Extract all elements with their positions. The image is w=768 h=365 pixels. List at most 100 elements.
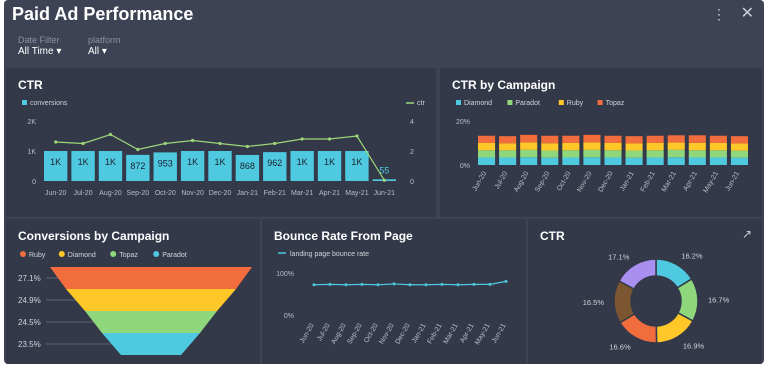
bar-data-label: 1K <box>78 157 89 167</box>
stacked-bar-segment <box>520 149 538 158</box>
stacked-bar-segment <box>604 135 622 143</box>
legend-swatch-ruby <box>558 100 564 105</box>
funnel-data-label: 23.5% <box>18 340 41 349</box>
ctr-campaign-chart: Diamond Paradot Ruby Topaz 0% 20% Jun-20 Jul-20… <box>456 100 748 194</box>
bounce-point <box>440 282 444 286</box>
y2-tick-label: 2 <box>410 149 414 156</box>
stacked-bar-segment <box>709 135 727 143</box>
y-tick-label: 0 <box>32 179 36 186</box>
stacked-bar-segment <box>667 142 685 150</box>
y-tick-label: 1K <box>27 149 36 156</box>
conversions-campaign-tile: Conversions by Campaign Ruby Diamond Topaz… <box>6 219 260 364</box>
bar-data-label: 868 <box>240 161 255 171</box>
stacked-bar-segment <box>562 135 580 143</box>
bounce-point <box>456 283 460 287</box>
x-tick-label: Apr-21 <box>682 170 699 192</box>
x-tick-label: Mar-21 <box>443 322 460 345</box>
x-tick-label: Jun-20 <box>45 190 67 197</box>
ctr-point <box>81 141 85 146</box>
donut-data-label: 16.9% <box>683 342 705 351</box>
legend-swatch-paradot <box>507 100 513 105</box>
x-tick-label: Aug-20 <box>513 170 530 193</box>
legend-swatch-topaz <box>597 100 603 105</box>
vertical-dots-icon[interactable]: ⋮ <box>712 6 726 23</box>
donut-data-label: 16.2% <box>681 252 703 261</box>
stacked-bar-segment <box>478 150 496 158</box>
close-icon[interactable]: ✕ <box>741 3 754 23</box>
x-tick-label: Dec-20 <box>597 170 614 193</box>
stacked-bar-segment <box>583 142 601 150</box>
bounce-rate-tile: Bounce Rate From Page landing page bounc… <box>262 219 526 364</box>
platform-filter-label: platform <box>88 35 121 45</box>
x-tick-label: Dec-20 <box>394 322 411 345</box>
ctr-campaign-tile: CTR by Campaign Diamond Paradot Ruby Topaz 0… <box>440 68 762 217</box>
y2-tick-label: 4 <box>410 119 414 126</box>
stacked-bar-segment <box>583 157 601 165</box>
x-tick-label: Jun-21 <box>724 170 741 192</box>
stacked-bar-segment <box>709 150 727 158</box>
bounce-rate-chart: landing page bounce rate 0% 100% Jun-20 Jul-… <box>276 251 508 346</box>
stacked-bar-segment <box>667 157 685 165</box>
y-tick-label: 20% <box>456 119 470 126</box>
x-tick-label: Feb-21 <box>427 322 444 345</box>
ctr-point <box>54 140 58 144</box>
ctr-tile: CTR conversions ctr 0 1K 2K 0 2 4 1K Jun-20 1K Jul-… <box>6 68 436 217</box>
x-tick-label: Jul-20 <box>74 190 93 197</box>
platform-filter-value[interactable]: All ▾ <box>88 46 121 57</box>
ctr-point <box>300 137 304 141</box>
stacked-bar-segment <box>625 157 643 165</box>
donut-data-label: 16.5% <box>583 298 605 307</box>
ctr-point <box>191 138 195 143</box>
x-tick-label: Jul-20 <box>494 170 510 190</box>
donut-data-label: 17.1% <box>608 252 630 261</box>
x-tick-label: Mar-21 <box>291 190 313 197</box>
stacked-bar-segment <box>688 150 706 158</box>
bar-data-label: 1K <box>214 157 225 167</box>
x-tick-label: Jun-20 <box>472 170 489 192</box>
legend-swatch-conversions <box>22 100 27 105</box>
bounce-point <box>312 283 316 287</box>
stacked-bar-segment <box>646 135 664 143</box>
bounce-point <box>376 283 380 287</box>
bounce-point <box>344 283 348 287</box>
ctr-point <box>273 141 277 146</box>
donut-slice <box>618 258 657 291</box>
ctr-point <box>218 141 222 146</box>
legend-label-diamond: Diamond <box>68 252 96 259</box>
x-tick-label: Oct-20 <box>155 190 176 197</box>
stacked-bar-segment <box>625 150 643 158</box>
stacked-bar-segment <box>520 142 538 150</box>
x-tick-label: Sep-20 <box>127 190 150 197</box>
legend-label-ctr: ctr <box>417 100 425 107</box>
bar-data-label: 1K <box>50 157 61 167</box>
stacked-bar-segment <box>667 135 685 143</box>
stacked-bar-segment <box>541 157 559 165</box>
ctr-point <box>382 178 386 182</box>
stacked-bar-segment <box>625 143 643 151</box>
bar-data-label: 1K <box>297 157 308 167</box>
date-filter-value[interactable]: All Time ▾ <box>18 46 61 57</box>
x-tick-label: Jan-21 <box>619 170 636 192</box>
bounce-point <box>504 279 508 283</box>
stacked-bar-segment <box>667 149 685 158</box>
stacked-bar-segment <box>562 143 580 151</box>
y-tick-label: 2K <box>27 119 36 126</box>
legend-label-ruby: Ruby <box>567 100 584 107</box>
bounce-point <box>408 283 412 287</box>
stacked-bar-segment <box>499 157 517 165</box>
ctr-point <box>327 137 332 141</box>
stacked-bar-segment <box>730 157 748 165</box>
funnel-data-label: 24.9% <box>18 296 41 305</box>
funnel-segment <box>50 267 252 289</box>
date-filter[interactable]: Date Filter All Time ▾ <box>18 35 61 57</box>
x-tick-label: Jan-21 <box>237 190 259 197</box>
stacked-bar-segment <box>688 142 706 151</box>
stacked-bar-segment <box>478 143 496 151</box>
x-tick-label: Apr-21 <box>459 322 476 344</box>
bar-data-label: 1K <box>324 157 335 167</box>
stacked-bar-segment <box>625 136 643 144</box>
platform-filter[interactable]: platform All ▾ <box>88 35 121 57</box>
ctr-point <box>108 132 113 137</box>
stacked-bar-segment <box>541 135 559 144</box>
stacked-bar-segment <box>604 157 622 165</box>
